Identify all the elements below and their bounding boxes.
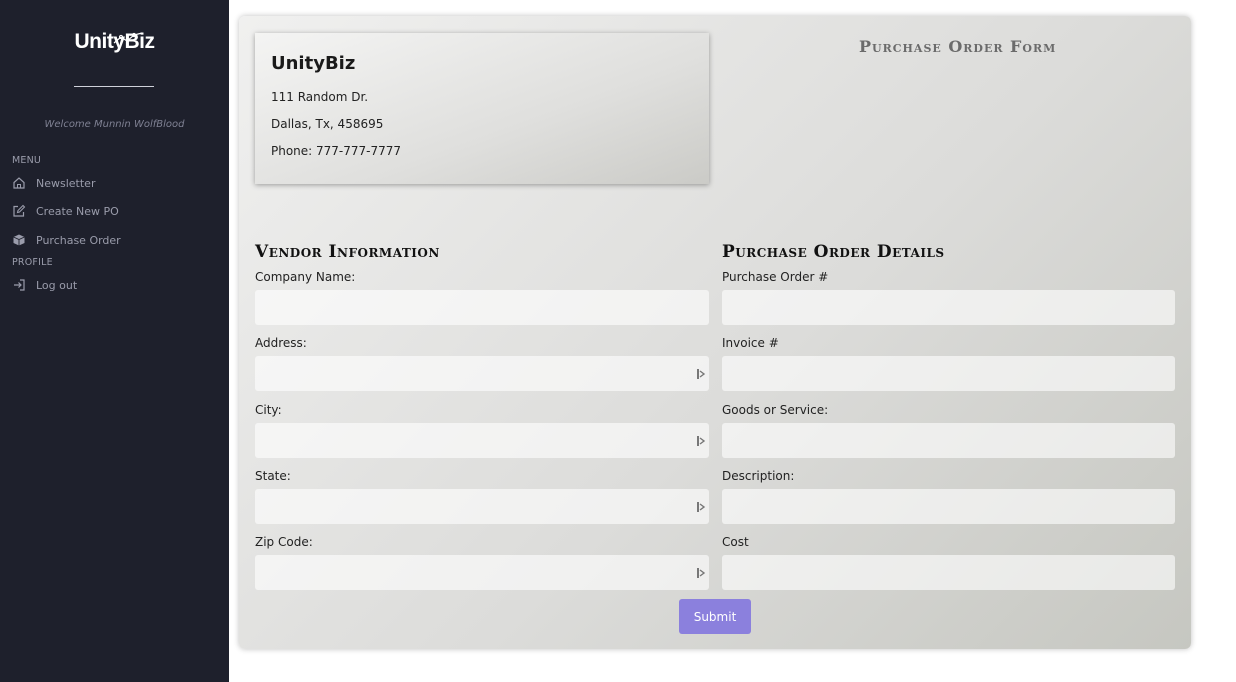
company-city: Dallas, Tx, 458695 bbox=[271, 117, 384, 131]
trend-line-icon bbox=[113, 32, 143, 44]
cost-label: Cost bbox=[722, 535, 749, 549]
company-info-card: UnityBiz 111 Random Dr. Dallas, Tx, 4586… bbox=[255, 33, 709, 184]
invoice-label: Invoice # bbox=[722, 336, 779, 350]
logout-icon bbox=[14, 279, 25, 291]
purchase-order-card: UnityBiz 111 Random Dr. Dallas, Tx, 4586… bbox=[239, 16, 1191, 649]
sidebar-item-label: Create New PO bbox=[36, 204, 119, 218]
vendor-address-input[interactable] bbox=[255, 356, 709, 391]
state-label: State: bbox=[255, 469, 291, 483]
box-icon bbox=[13, 234, 25, 246]
city-label: City: bbox=[255, 403, 282, 417]
sidebar-item-logout[interactable]: Log out bbox=[12, 275, 77, 295]
vendor-state-input[interactable] bbox=[255, 489, 709, 524]
address-label: Address: bbox=[255, 336, 307, 350]
cost-input[interactable] bbox=[722, 555, 1175, 590]
form-title: Purchase Order Form bbox=[859, 37, 1057, 56]
details-heading: Purchase Order Details bbox=[722, 242, 945, 262]
home-icon bbox=[13, 177, 25, 189]
sidebar-item-label: Purchase Order bbox=[36, 233, 121, 247]
invoice-input[interactable] bbox=[722, 356, 1175, 391]
goods-service-label: Goods or Service: bbox=[722, 403, 829, 417]
company-address: 111 Random Dr. bbox=[271, 90, 369, 104]
autofill-icon[interactable] bbox=[696, 501, 706, 513]
logo-divider bbox=[74, 86, 154, 87]
vendor-company-input[interactable] bbox=[255, 290, 709, 325]
submit-button[interactable]: Submit bbox=[679, 599, 751, 634]
autofill-icon[interactable] bbox=[696, 567, 706, 579]
sidebar-item-create-po[interactable]: Create New PO bbox=[12, 201, 119, 221]
company-name-label: Company Name: bbox=[255, 270, 356, 284]
description-label: Description: bbox=[722, 469, 795, 483]
po-number-label: Purchase Order # bbox=[722, 270, 829, 284]
welcome-text: Welcome Munnin WolfBlood bbox=[44, 119, 185, 130]
autofill-icon[interactable] bbox=[696, 368, 706, 380]
company-name: UnityBiz bbox=[271, 53, 356, 74]
company-phone: Phone: 777-777-7777 bbox=[271, 144, 402, 158]
autofill-icon[interactable] bbox=[696, 435, 706, 447]
profile-section-label: PROFILE bbox=[12, 257, 53, 268]
sidebar-item-label: Log out bbox=[36, 278, 78, 292]
po-number-input[interactable] bbox=[722, 290, 1175, 325]
edit-icon bbox=[13, 204, 26, 217]
sidebar-item-purchase-order[interactable]: Purchase Order bbox=[12, 230, 121, 250]
goods-service-input[interactable] bbox=[722, 423, 1175, 458]
vendor-zip-input[interactable] bbox=[255, 555, 709, 590]
vendor-heading: Vendor Information bbox=[255, 242, 440, 262]
sidebar-item-label: Newsletter bbox=[36, 176, 96, 190]
menu-section-label: MENU bbox=[12, 155, 42, 166]
vendor-city-input[interactable] bbox=[255, 423, 709, 458]
sidebar: UnityBiz Welcome Munnin WolfBlood MENU N… bbox=[0, 0, 229, 682]
sidebar-item-newsletter[interactable]: Newsletter bbox=[12, 173, 95, 193]
zip-label: Zip Code: bbox=[255, 535, 313, 549]
description-input[interactable] bbox=[722, 489, 1175, 524]
